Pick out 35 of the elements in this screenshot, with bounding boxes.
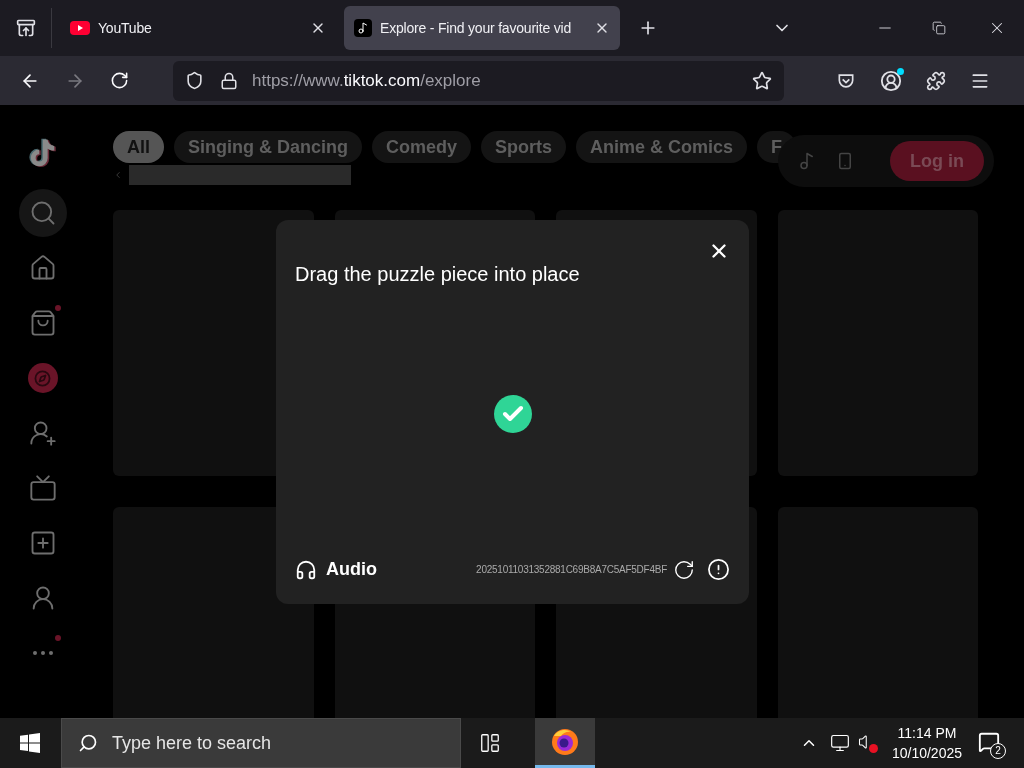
headphones-icon[interactable] — [295, 558, 317, 581]
url-text: https://www.tiktok.com/explore — [252, 69, 481, 92]
youtube-logo-icon — [70, 21, 90, 35]
lock-icon[interactable] — [220, 71, 238, 90]
refresh-icon[interactable] — [673, 558, 695, 581]
clock-date[interactable]: 10/10/2025 — [891, 743, 962, 763]
session-id: 20251011031352881C69B8A7C5AF5DF4BF — [476, 563, 667, 577]
extensions-icon[interactable] — [926, 70, 946, 91]
browser-tab[interactable]: Explore - Find your favourite vid — [344, 6, 620, 50]
reload-icon[interactable] — [110, 71, 129, 90]
browser-tab[interactable]: YouTube — [60, 6, 336, 50]
windows-start-icon[interactable] — [20, 733, 40, 753]
audio-option[interactable]: Audio — [326, 556, 377, 583]
taskbar-search-field[interactable]: Type here to search — [61, 718, 461, 768]
report-icon[interactable] — [707, 558, 730, 581]
task-view-icon[interactable] — [479, 732, 501, 754]
firefox-taskbar-button[interactable] — [535, 718, 595, 768]
bookmark-star-icon[interactable] — [752, 70, 772, 91]
more-icon — [32, 651, 53, 655]
tracking-protection-icon[interactable] — [185, 71, 204, 90]
scrollbar[interactable] — [129, 165, 351, 185]
restore-icon[interactable] — [932, 21, 946, 35]
tab-title: YouTube — [98, 18, 153, 38]
clock-time[interactable]: 11:14 PM — [897, 723, 957, 743]
volume-icon[interactable] — [857, 733, 878, 753]
tab-title: Explore - Find your favourite vid — [380, 18, 573, 38]
following-icon — [28, 419, 57, 447]
address-bar[interactable]: https://www.tiktok.com/explore — [173, 60, 784, 101]
search-icon — [78, 733, 98, 753]
network-icon[interactable] — [829, 733, 850, 753]
captcha-title: Drag the puzzle piece into place — [295, 262, 581, 287]
explore-icon — [34, 369, 51, 387]
account-icon[interactable] — [880, 69, 902, 92]
live-icon — [28, 474, 57, 502]
search-nav-item[interactable] — [18, 189, 67, 237]
